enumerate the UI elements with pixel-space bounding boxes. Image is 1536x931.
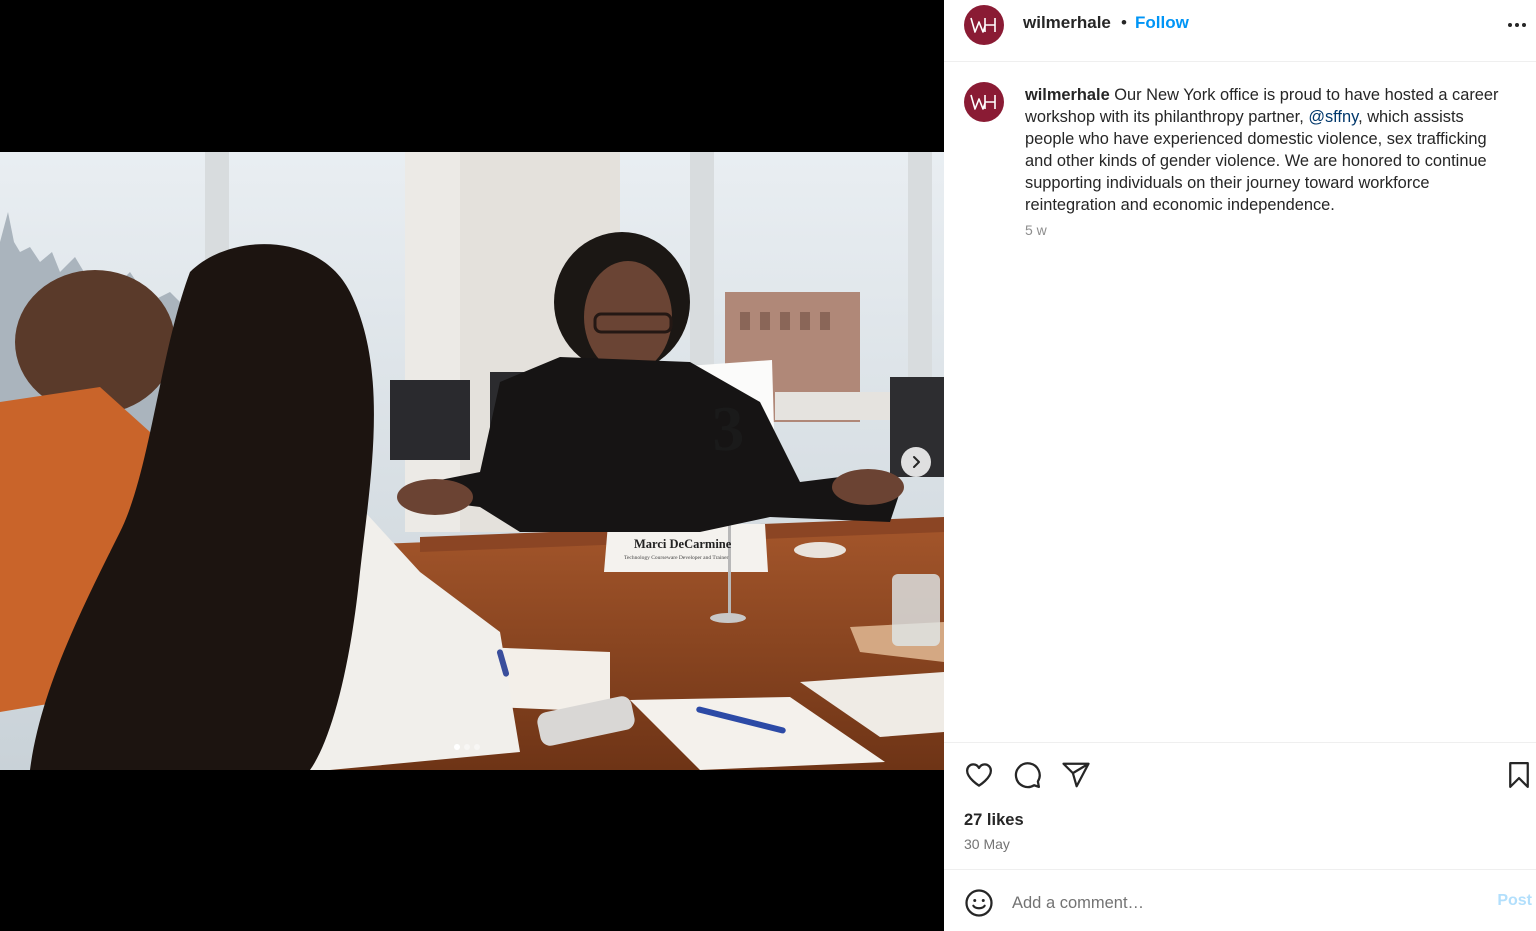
comment-bar: Post (944, 869, 1536, 931)
more-icon (1508, 23, 1526, 27)
emoji-icon (965, 889, 993, 917)
action-bar: 27 likes 30 May (944, 742, 1536, 870)
share-icon (1062, 762, 1090, 788)
comment-input[interactable] (1012, 888, 1472, 918)
separator-dot: • (1121, 13, 1127, 32)
carousel-dots (454, 744, 480, 750)
post-comment-button[interactable]: Post (1497, 892, 1532, 910)
save-button[interactable] (1504, 760, 1534, 790)
post-photo[interactable]: 3 Marci DeCarmine Technology Courseware … (0, 152, 944, 770)
wilmerhale-logo-icon (970, 94, 996, 110)
avatar[interactable] (964, 82, 1004, 122)
wilmerhale-logo-icon (970, 17, 996, 33)
carousel-dot-active (454, 744, 460, 750)
bookmark-icon (1509, 762, 1529, 788)
chevron-right-icon (913, 456, 920, 468)
avatar[interactable] (964, 5, 1004, 45)
name-card-name: Marci DeCarmine (634, 537, 732, 551)
caption-age[interactable]: 5 w (1025, 222, 1047, 238)
post-sidebar: wilmerhale • Follow wilmerhale Our New Y… (944, 0, 1536, 931)
carousel-dot (464, 744, 470, 750)
next-photo-button[interactable] (901, 447, 931, 477)
caption-section: wilmerhale Our New York office is proud … (944, 62, 1536, 742)
photo-illustration (0, 152, 944, 770)
share-button[interactable] (1061, 760, 1091, 790)
post-caption: wilmerhale Our New York office is proud … (1025, 84, 1511, 216)
username-link[interactable]: wilmerhale (1023, 13, 1111, 33)
comment-button[interactable] (1012, 760, 1042, 790)
likes-count[interactable]: 27 likes (964, 811, 1024, 830)
post-header: wilmerhale • Follow (944, 0, 1536, 62)
name-card-title: Technology Courseware Developer and Trai… (624, 555, 729, 561)
heart-icon (966, 763, 992, 787)
like-button[interactable] (964, 760, 994, 790)
post-date[interactable]: 30 May (964, 836, 1010, 852)
media-pane: 3 Marci DeCarmine Technology Courseware … (0, 0, 944, 931)
carousel-dot (474, 744, 480, 750)
more-options-button[interactable] (1506, 14, 1528, 36)
caption-username[interactable]: wilmerhale (1025, 86, 1110, 104)
comment-icon (1014, 762, 1041, 789)
emoji-button[interactable] (964, 888, 994, 918)
caption-mention-link[interactable]: @sffny (1308, 108, 1358, 126)
table-number: 3 (710, 392, 746, 465)
follow-button[interactable]: Follow (1135, 13, 1189, 33)
